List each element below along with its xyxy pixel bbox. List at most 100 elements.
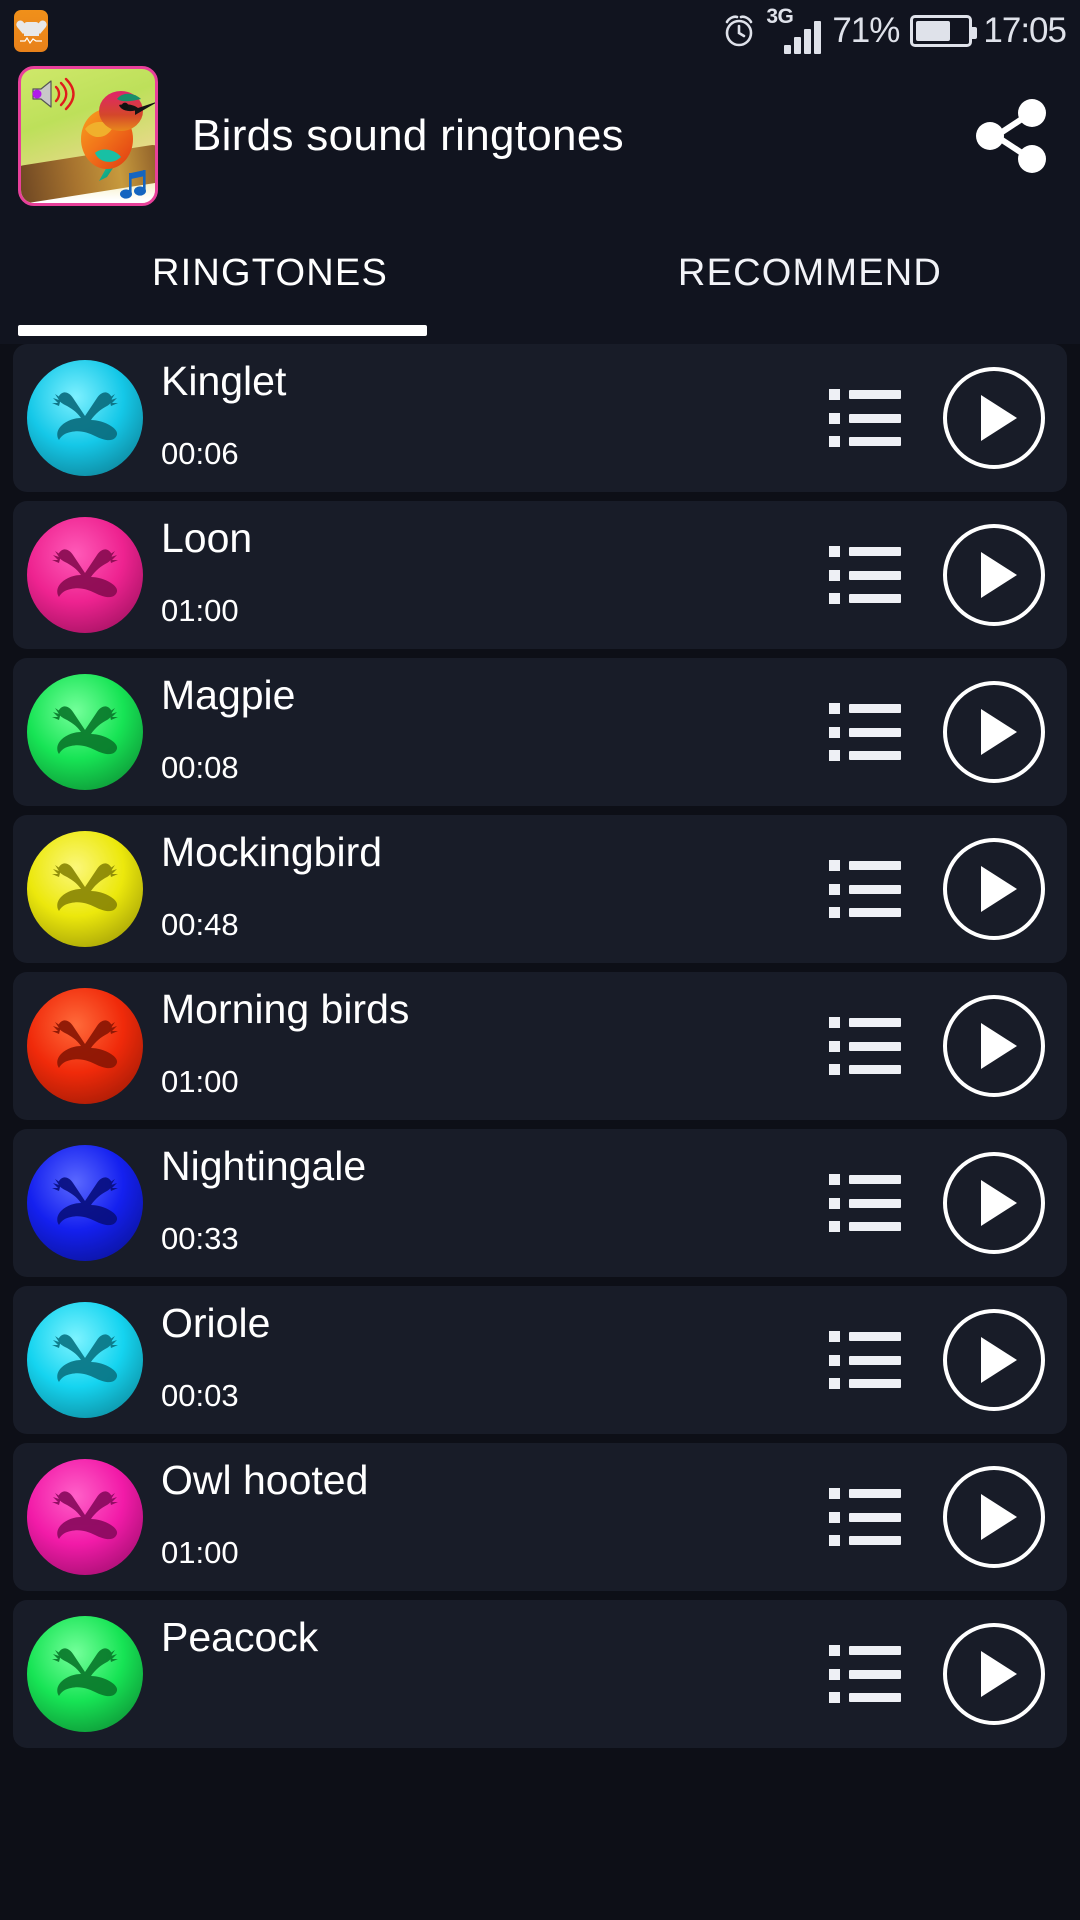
tab-active-indicator bbox=[18, 325, 427, 336]
ringtone-color-badge bbox=[27, 1616, 143, 1732]
play-button[interactable] bbox=[943, 995, 1045, 1097]
list-icon[interactable] bbox=[829, 1174, 903, 1232]
dove-bird-icon bbox=[52, 863, 118, 912]
play-icon bbox=[981, 552, 1017, 598]
play-button[interactable] bbox=[943, 524, 1045, 626]
page-title: Birds sound ringtones bbox=[192, 111, 624, 160]
ringtone-list[interactable]: Kinglet 00:06 Loon 01:00 Magpie 00:08 Mo… bbox=[0, 344, 1080, 1920]
share-icon bbox=[976, 99, 1046, 173]
play-icon bbox=[981, 866, 1017, 912]
ringtone-color-badge bbox=[27, 1459, 143, 1575]
ringtone-row[interactable]: Oriole 00:03 bbox=[13, 1286, 1067, 1434]
ringtone-row[interactable]: Peacock bbox=[13, 1600, 1067, 1748]
ringtone-title: Mockingbird bbox=[161, 829, 383, 875]
share-button[interactable] bbox=[966, 91, 1056, 181]
tab-recommend[interactable]: RECOMMEND bbox=[540, 210, 1080, 336]
play-button[interactable] bbox=[943, 1152, 1045, 1254]
status-bar-right: 3G 71% 17:05 bbox=[721, 5, 1067, 54]
ringtone-duration: 01:00 bbox=[161, 593, 239, 628]
ringtone-actions bbox=[829, 838, 1045, 940]
ringtone-color-badge bbox=[27, 1145, 143, 1261]
ringtone-duration: 00:08 bbox=[161, 750, 239, 785]
play-icon bbox=[981, 1494, 1017, 1540]
dove-bird-icon bbox=[52, 1020, 118, 1069]
list-icon[interactable] bbox=[829, 1331, 903, 1389]
dove-bird-icon bbox=[52, 1334, 118, 1383]
battery-percent-label: 71% bbox=[832, 11, 900, 50]
ringtone-row[interactable]: Nightingale 00:33 bbox=[13, 1129, 1067, 1277]
ringtone-title: Kinglet bbox=[161, 358, 287, 404]
play-button[interactable] bbox=[943, 681, 1045, 783]
ringtone-info: Nightingale 00:33 bbox=[161, 1143, 829, 1261]
ringtone-duration: 01:00 bbox=[161, 1535, 239, 1570]
dove-bird-icon bbox=[52, 549, 118, 598]
play-button[interactable] bbox=[943, 838, 1045, 940]
list-icon[interactable] bbox=[829, 546, 903, 604]
ringtone-duration bbox=[161, 1728, 829, 1732]
app-bar: Birds sound ringtones bbox=[0, 62, 1080, 210]
ringtone-info: Peacock bbox=[161, 1614, 829, 1732]
status-bar-left bbox=[14, 10, 48, 52]
ringtone-actions bbox=[829, 524, 1045, 626]
ringtone-actions bbox=[829, 1152, 1045, 1254]
tab-bar: RINGTONES RECOMMEND bbox=[0, 210, 1080, 336]
ringtone-info: Mockingbird 00:48 bbox=[161, 829, 829, 947]
ringtone-title: Morning birds bbox=[161, 986, 410, 1032]
ringtone-title: Peacock bbox=[161, 1614, 319, 1660]
battery-icon bbox=[910, 15, 978, 47]
play-button[interactable] bbox=[943, 1623, 1045, 1725]
pulse-line-icon bbox=[20, 36, 42, 44]
play-icon bbox=[981, 1337, 1017, 1383]
ringtone-color-badge bbox=[27, 1302, 143, 1418]
tab-ringtones[interactable]: RINGTONES bbox=[0, 210, 540, 336]
ringtone-info: Owl hooted 01:00 bbox=[161, 1457, 829, 1575]
list-icon[interactable] bbox=[829, 389, 903, 447]
play-icon bbox=[981, 395, 1017, 441]
ringtone-actions bbox=[829, 1466, 1045, 1568]
ringtone-actions bbox=[829, 681, 1045, 783]
ringtone-title: Loon bbox=[161, 515, 253, 561]
dove-bird-icon bbox=[52, 1648, 118, 1697]
ringtone-color-badge bbox=[27, 360, 143, 476]
ringtone-actions bbox=[829, 367, 1045, 469]
ringtone-row[interactable]: Morning birds 01:00 bbox=[13, 972, 1067, 1120]
bird-app-icon bbox=[18, 66, 158, 206]
ringtone-row[interactable]: Loon 01:00 bbox=[13, 501, 1067, 649]
list-icon[interactable] bbox=[829, 860, 903, 918]
signal-bars-icon: 3G bbox=[766, 5, 822, 54]
ringtone-title: Nightingale bbox=[161, 1143, 367, 1189]
speaker-icon bbox=[32, 77, 75, 111]
alarm-clock-icon bbox=[726, 15, 753, 47]
ringtone-color-badge bbox=[27, 988, 143, 1104]
ringtone-color-badge bbox=[27, 517, 143, 633]
ringtone-duration: 00:48 bbox=[161, 907, 239, 942]
ringtone-row[interactable]: Magpie 00:08 bbox=[13, 658, 1067, 806]
ringtone-info: Magpie 00:08 bbox=[161, 672, 829, 790]
list-icon[interactable] bbox=[829, 1488, 903, 1546]
dove-bird-icon bbox=[52, 1491, 118, 1540]
dove-bird-icon bbox=[52, 1177, 118, 1226]
ringtone-color-badge bbox=[27, 831, 143, 947]
network-type-label: 3G bbox=[766, 4, 794, 28]
status-bar-clock: 17:05 bbox=[983, 11, 1067, 50]
play-icon bbox=[981, 1180, 1017, 1226]
ringtone-actions bbox=[829, 1623, 1045, 1725]
list-icon[interactable] bbox=[829, 1017, 903, 1075]
ringtone-row[interactable]: Mockingbird 00:48 bbox=[13, 815, 1067, 963]
dove-bird-icon bbox=[52, 706, 118, 755]
list-icon[interactable] bbox=[829, 703, 903, 761]
ringtone-title: Oriole bbox=[161, 1300, 271, 1346]
ringtone-actions bbox=[829, 995, 1045, 1097]
play-button[interactable] bbox=[943, 1466, 1045, 1568]
ringtone-actions bbox=[829, 1309, 1045, 1411]
ringtone-color-badge bbox=[27, 674, 143, 790]
ringtone-title: Owl hooted bbox=[161, 1457, 369, 1503]
ringtone-duration: 00:06 bbox=[161, 436, 239, 471]
ringtone-info: Loon 01:00 bbox=[161, 515, 829, 633]
ringtone-row[interactable]: Owl hooted 01:00 bbox=[13, 1443, 1067, 1591]
play-button[interactable] bbox=[943, 367, 1045, 469]
ringtone-title: Magpie bbox=[161, 672, 296, 718]
list-icon[interactable] bbox=[829, 1645, 903, 1703]
play-button[interactable] bbox=[943, 1309, 1045, 1411]
ringtone-row[interactable]: Kinglet 00:06 bbox=[13, 344, 1067, 492]
